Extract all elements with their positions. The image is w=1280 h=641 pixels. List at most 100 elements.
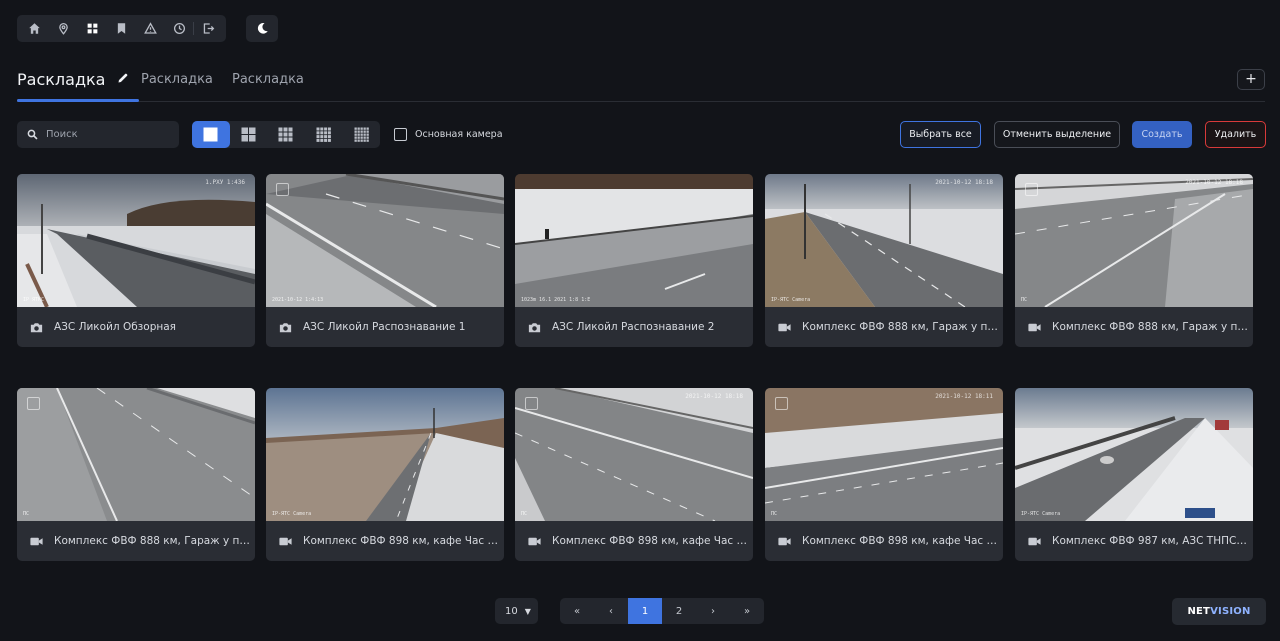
grid-1x1-icon [203,127,218,142]
camera-select-checkbox[interactable] [276,183,289,196]
camera-card[interactable]: 2021-10-12 18:18 ПС Комплекс ФВФ 888 км,… [1015,174,1253,347]
layout-3x3-button[interactable] [267,121,305,148]
grid-3x3-icon [278,127,293,142]
camera-timestamp: 2021-10-12 18:18 [685,393,743,400]
camera-select-checkbox[interactable] [1025,183,1038,196]
main-camera-label: Основная камера [415,129,503,140]
map-pin-icon [59,22,68,35]
nav-bookmarks-button[interactable] [107,15,136,42]
search-box [17,121,179,148]
next-page-button[interactable]: › [696,598,730,624]
camera-name: Комплекс ФВФ 888 км, Гараж у п. Сафоново [802,321,998,333]
per-page-value: 10 [505,605,518,617]
camera-preview[interactable]: 2021-10-12 18:18 ПС [515,388,753,521]
camera-watermark: 2021-10-12 1:4:13 [272,297,324,303]
create-button[interactable]: Создать [1132,121,1192,148]
camera-name: Комплекс ФВФ 898 км, кафе Час Пик [303,535,499,547]
add-tab-button[interactable]: + [1237,69,1265,90]
camera-preview[interactable]: 1023m 16.1 2021 1:8 1:E [515,174,753,307]
video-icon [1028,323,1041,331]
nav-home-button[interactable] [20,15,49,42]
camera-caption: Комплекс ФВФ 888 км, Гараж у п. Сафоново [1015,307,1253,347]
camera-preview[interactable]: 1.РХУ 1:436 IP ЯТКС [17,174,255,307]
nav-events-button[interactable] [136,15,165,42]
per-page-select[interactable]: 10 ▼ [495,598,538,624]
camera-watermark: IP-ЯТС Camera [1021,511,1061,517]
camera-timestamp: 1.РХУ 1:436 [205,179,245,186]
camera-card[interactable]: 2021-10-12 18:18 IP-ЯТС Camera Комплекс … [765,174,1003,347]
grid-2x2-icon [241,127,256,142]
bookmark-icon [117,23,126,34]
camera-card[interactable]: 2021-10-12 18:18 ПС Комплекс ФВФ 898 км,… [515,388,753,561]
camera-card[interactable]: ПС Комплекс ФВФ 888 км, Гараж у п. Сафон… [17,388,255,561]
delete-button[interactable]: Удалить [1205,121,1266,148]
camera-caption: Комплекс ФВФ 898 км, кафе Час Пик [266,521,504,561]
camera-preview[interactable]: 2021-10-12 1:4:13 [266,174,504,307]
camera-watermark: ПС [23,511,30,517]
grid-5x5-icon [354,127,369,142]
clock-icon [173,22,186,35]
camera-select-checkbox[interactable] [775,397,788,410]
tab-label: Раскладка [17,70,106,89]
tab-label: Раскладка [232,72,304,87]
page-button-2[interactable]: 2 [662,598,696,624]
camera-caption: Комплекс ФВФ 987 км, АЗС ТНПС Усть-Кут [1015,521,1253,561]
camera-caption: АЗС Ликойл Распознавание 2 [515,307,753,347]
camera-preview[interactable]: ПС [17,388,255,521]
video-icon [528,537,541,545]
first-page-button[interactable]: « [560,598,594,624]
nav-map-button[interactable] [49,15,78,42]
camera-card[interactable]: 1023m 16.1 2021 1:8 1:E АЗС Ликойл Распо… [515,174,753,347]
camera-icon [30,322,43,332]
layout-1x1-button[interactable] [192,121,230,148]
camera-preview[interactable]: 2021-10-12 18:18 ПС [1015,174,1253,307]
camera-card[interactable]: IP-ЯТС Camera Комплекс ФВФ 898 км, кафе … [266,388,504,561]
last-page-button[interactable]: » [730,598,764,624]
video-icon [279,537,292,545]
layout-tabs: Раскладка Раскладка Раскладка + [17,66,1265,102]
layout-2x2-button[interactable] [230,121,268,148]
video-icon [1028,537,1041,545]
camera-name: Комплекс ФВФ 987 км, АЗС ТНПС Усть-Кут [1052,535,1248,547]
camera-name: Комплекс ФВФ 888 км, Гараж у п. Сафоново [54,535,250,547]
camera-card[interactable]: IP-ЯТС Camera Комплекс ФВФ 987 км, АЗС Т… [1015,388,1253,561]
nav-logout-button[interactable] [194,15,223,42]
camera-preview[interactable]: 2021-10-12 18:11 ПС [765,388,1003,521]
tab-layout-3[interactable]: Раскладка [232,66,304,101]
layout-5x5-button[interactable] [342,121,380,148]
main-camera-toggle[interactable]: Основная камера [394,128,503,141]
layout-4x4-button[interactable] [305,121,343,148]
camera-caption: Комплекс ФВФ 898 км, кафе Час Пик [515,521,753,561]
camera-card[interactable]: 2021-10-12 18:11 ПС Комплекс ФВФ 898 км,… [765,388,1003,561]
camera-name: АЗС Ликойл Распознавание 2 [552,321,715,333]
prev-page-button[interactable]: ‹ [594,598,628,624]
chevron-down-icon: ▼ [524,606,531,616]
toolbar: Основная камера Выбрать все Отменить выд… [17,121,1266,148]
pencil-icon[interactable] [117,72,129,84]
select-all-button[interactable]: Выбрать все [900,121,981,148]
grid-4x4-icon [316,127,331,142]
search-icon [27,129,38,140]
search-input[interactable] [46,129,166,140]
theme-toggle-button[interactable] [246,15,278,42]
camera-preview[interactable]: 2021-10-12 18:18 IP-ЯТС Camera [765,174,1003,307]
camera-card[interactable]: 1.РХУ 1:436 IP ЯТКС АЗС Ликойл Обзорная [17,174,255,347]
nav-history-button[interactable] [165,15,194,42]
nav-layouts-button[interactable] [78,15,107,42]
top-navigation [17,15,278,42]
deselect-button[interactable]: Отменить выделение [994,121,1120,148]
logout-icon [203,23,215,34]
page-button-1[interactable]: 1 [628,598,662,624]
camera-watermark: ПС [1021,297,1028,303]
camera-caption: Комплекс ФВФ 898 км, кафе Час Пик [765,521,1003,561]
main-camera-checkbox[interactable] [394,128,407,141]
camera-select-checkbox[interactable] [525,397,538,410]
camera-timestamp: 2021-10-12 18:18 [1185,179,1243,186]
camera-preview[interactable]: IP-ЯТС Camera [1015,388,1253,521]
camera-select-checkbox[interactable] [27,397,40,410]
camera-card[interactable]: 2021-10-12 1:4:13 АЗС Ликойл Распознаван… [266,174,504,347]
tab-layout-1[interactable]: Раскладка [17,66,139,102]
camera-watermark: IP ЯТКС [23,297,45,303]
camera-preview[interactable]: IP-ЯТС Camera [266,388,504,521]
tab-layout-2[interactable]: Раскладка [141,66,213,101]
